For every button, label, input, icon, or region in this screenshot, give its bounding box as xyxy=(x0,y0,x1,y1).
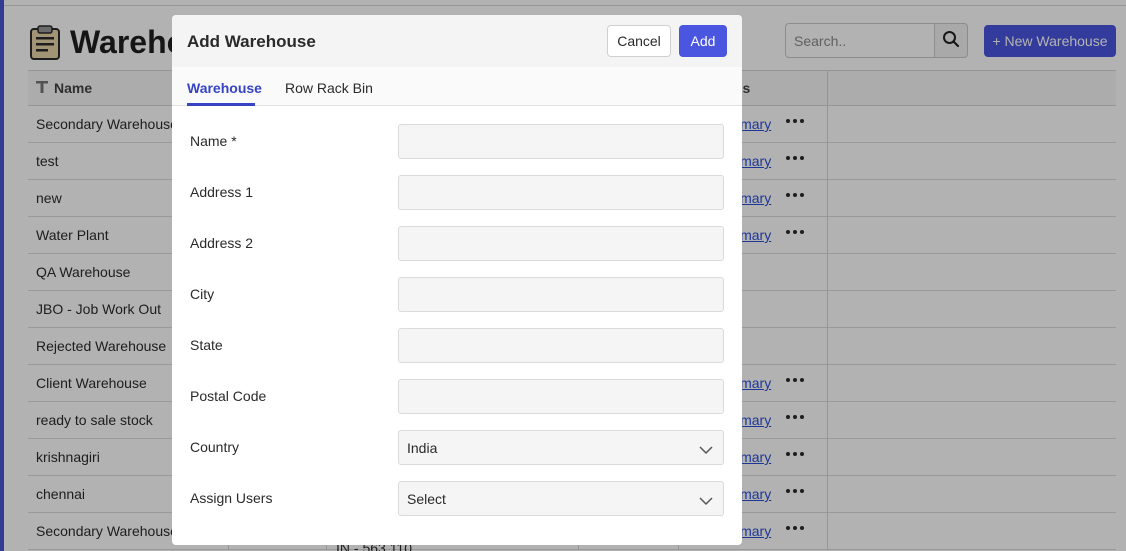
city-label: City xyxy=(190,286,215,302)
name-label: Name * xyxy=(190,133,237,149)
country-label: Country xyxy=(190,439,240,455)
tab-row-rack-bin[interactable]: Row Rack Bin xyxy=(285,80,373,96)
postal-code-label: Postal Code xyxy=(190,388,267,404)
address1-field[interactable] xyxy=(398,175,724,210)
dialog-header: Add Warehouse Cancel Add xyxy=(172,15,742,67)
add-warehouse-dialog: Add Warehouse Cancel Add Warehouse Row R… xyxy=(172,15,742,545)
assign-users-label: Assign Users xyxy=(190,490,273,506)
state-field[interactable] xyxy=(398,328,724,363)
postal-code-field[interactable] xyxy=(398,379,724,414)
address2-field[interactable] xyxy=(398,226,724,261)
chevron-down-icon xyxy=(699,442,713,455)
state-label: State xyxy=(190,337,223,353)
assign-users-select-value: Select xyxy=(407,490,446,507)
tab-warehouse[interactable]: Warehouse xyxy=(187,80,262,96)
country-select-value: India xyxy=(407,439,438,456)
cancel-button[interactable]: Cancel xyxy=(607,25,671,57)
name-field[interactable] xyxy=(398,124,724,159)
country-select[interactable]: India xyxy=(398,430,724,465)
address1-label: Address 1 xyxy=(190,184,254,200)
dialog-tabs: Warehouse Row Rack Bin xyxy=(172,67,742,106)
city-field[interactable] xyxy=(398,277,724,312)
assign-users-select[interactable]: Select xyxy=(398,481,724,516)
chevron-down-icon xyxy=(699,493,713,506)
active-tab-indicator xyxy=(187,103,255,106)
dialog-title: Add Warehouse xyxy=(187,32,316,51)
address2-label: Address 2 xyxy=(190,235,254,251)
add-button[interactable]: Add xyxy=(679,25,727,57)
